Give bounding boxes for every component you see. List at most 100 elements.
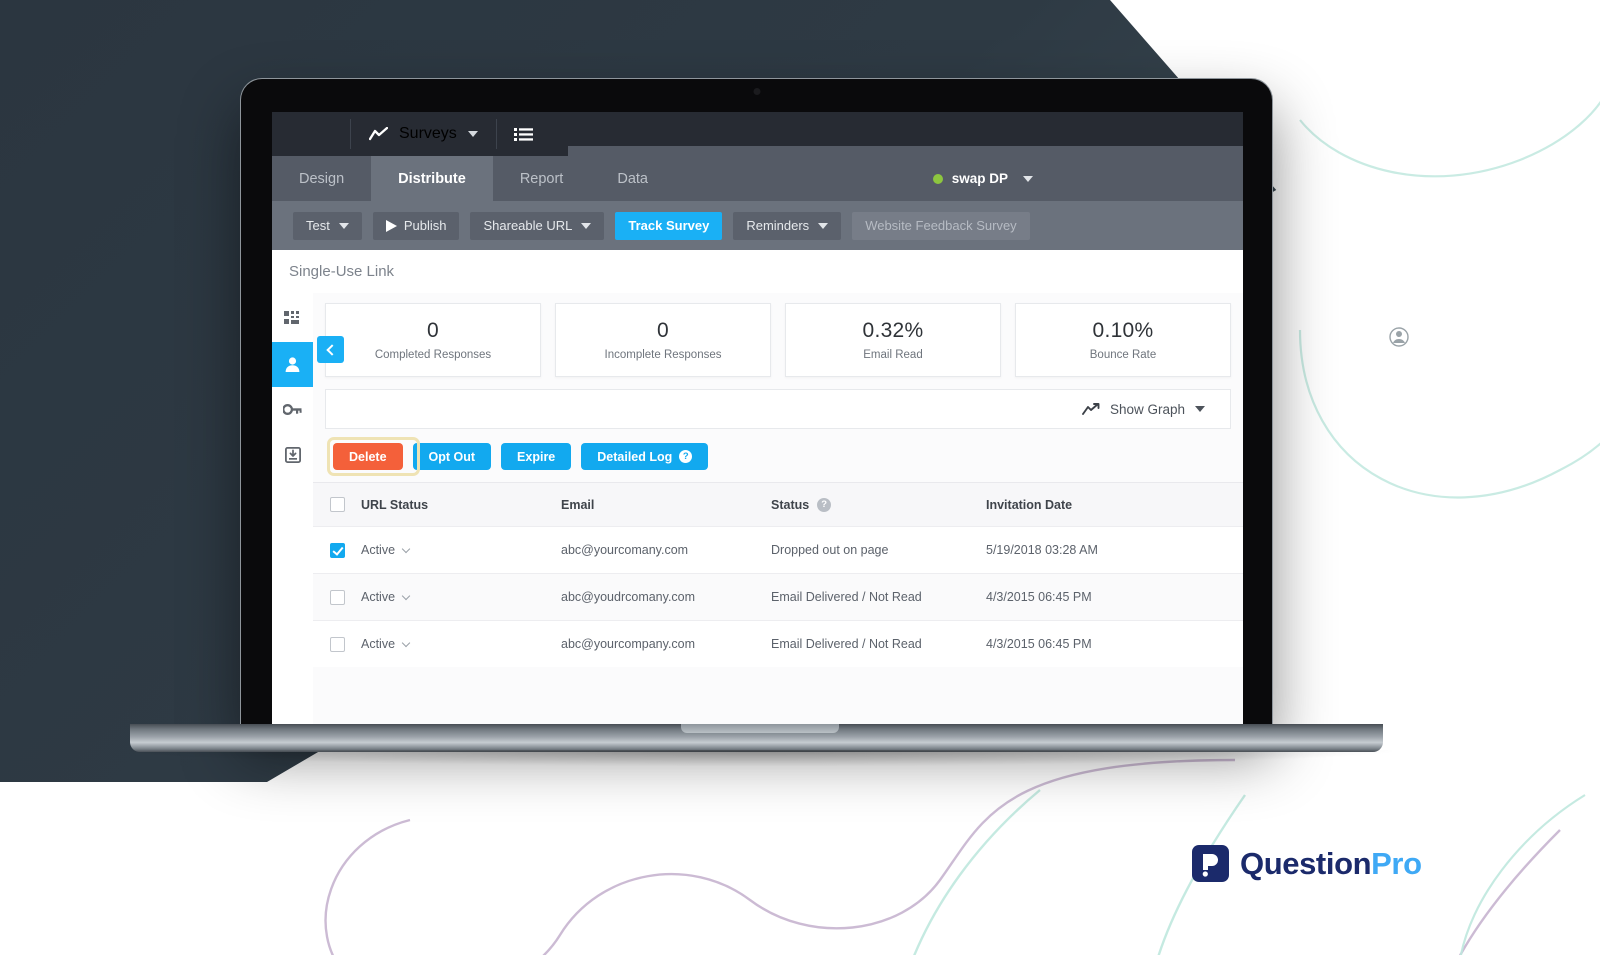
opt-out-button[interactable]: Opt Out — [412, 443, 492, 470]
webcam-icon — [753, 88, 760, 95]
bulk-actions-row: Delete Opt Out Expire Detailed Log ? — [313, 429, 1243, 482]
stat-label: Bounce Rate — [1089, 349, 1157, 361]
test-label: Test — [306, 218, 330, 233]
column-status-label: Status — [771, 497, 810, 512]
publish-label: Publish — [403, 218, 447, 233]
chevron-down-icon[interactable] — [1195, 406, 1205, 412]
app-bar-spacer — [272, 112, 350, 156]
row-select-cell — [313, 589, 361, 605]
stat-card-completed-responses: 0 Completed Responses — [325, 303, 541, 377]
logo-text-pro: Pro — [1371, 845, 1422, 881]
person-icon — [285, 357, 300, 372]
table-row[interactable]: Active abc@yourcompany.com Email Deliver… — [313, 620, 1243, 667]
list-menu-icon — [513, 127, 533, 141]
sidebar-item-export[interactable] — [272, 432, 313, 477]
surveys-menu[interactable]: Surveys — [351, 112, 496, 156]
detailed-log-button[interactable]: Detailed Log ? — [581, 443, 709, 470]
sidebar-item-dashboard[interactable] — [272, 297, 313, 342]
laptop-lid: Surveys Design Distribute Report Data sw… — [240, 78, 1273, 728]
surveys-label: Surveys — [399, 125, 457, 142]
links-table: URL Status Email Status ? Invitation Dat… — [313, 482, 1243, 667]
cell-url-status[interactable]: Active — [361, 637, 561, 651]
show-graph-label[interactable]: Show Graph — [1110, 402, 1185, 417]
reminders-label: Reminders — [746, 218, 810, 233]
account-name: swap DP — [951, 171, 1008, 186]
help-icon[interactable]: ? — [679, 450, 693, 463]
chevron-down-icon — [818, 222, 829, 229]
table-header-row: URL Status Email Status ? Invitation Dat… — [313, 482, 1243, 526]
cell-status: Dropped out on page — [771, 543, 889, 557]
track-survey-button[interactable]: Track Survey — [615, 211, 723, 240]
help-icon[interactable]: ? — [817, 497, 832, 512]
column-status: Status ? — [771, 497, 986, 512]
tab-report[interactable]: Report — [493, 156, 591, 201]
show-graph-bar: Show Graph — [325, 389, 1231, 429]
chevron-down-icon — [581, 222, 592, 229]
trend-line-icon — [1082, 402, 1100, 415]
row-checkbox[interactable] — [329, 636, 345, 652]
collapse-sidebar-button[interactable] — [317, 336, 344, 363]
cell-invitation-date: 4/3/2015 06:45 PM — [986, 637, 1092, 651]
column-invitation-date: Invitation Date — [986, 497, 1073, 512]
sidebar-item-contacts[interactable] — [272, 342, 313, 387]
publish-button[interactable]: Publish — [372, 211, 460, 240]
tab-design[interactable]: Design — [272, 156, 371, 201]
tab-distribute[interactable]: Distribute — [371, 156, 493, 201]
question-mark-icon — [1202, 853, 1218, 877]
stat-value: 0.32% — [862, 319, 924, 342]
select-all-checkbox[interactable] — [329, 497, 345, 512]
trend-line-icon — [369, 127, 388, 141]
cell-url-status[interactable]: Active — [361, 543, 561, 557]
app-screen: Surveys Design Distribute Report Data sw… — [272, 112, 1243, 726]
stat-value: 0.10% — [1092, 319, 1154, 342]
cell-url-status[interactable]: Active — [361, 590, 561, 604]
url-status-value: Active — [361, 637, 396, 651]
stat-value: 0 — [657, 319, 669, 342]
test-button[interactable]: Test — [293, 211, 362, 240]
account-menu[interactable]: swap DP — [932, 156, 1033, 201]
stat-label: Incomplete Responses — [604, 349, 722, 361]
website-feedback-survey-button[interactable]: Website Feedback Survey — [852, 211, 1030, 240]
row-select-cell — [313, 542, 361, 558]
chevron-down-icon — [401, 544, 411, 553]
key-icon — [283, 404, 302, 415]
table-row[interactable]: Active abc@youdrcomany.com Email Deliver… — [313, 573, 1243, 620]
delete-button[interactable]: Delete — [333, 443, 403, 470]
left-sidebar — [272, 293, 313, 726]
reminders-button[interactable]: Reminders — [733, 211, 842, 240]
sidebar-item-security[interactable] — [272, 387, 313, 432]
laptop-mockup: Surveys Design Distribute Report Data sw… — [122, 78, 1392, 803]
cell-status: Email Delivered / Not Read — [771, 637, 922, 651]
page-body: 0 Completed Responses 0 Incomplete Respo… — [272, 293, 1243, 726]
status-online-icon — [932, 173, 943, 184]
tab-data[interactable]: Data — [590, 156, 675, 201]
main-tabs: Design Distribute Report Data swap DP — [272, 156, 1243, 201]
column-email: Email — [561, 497, 595, 512]
cell-status: Email Delivered / Not Read — [771, 590, 922, 604]
cell-invitation-date: 5/19/2018 03:28 AM — [986, 543, 1098, 557]
questionpro-logo: QuestionPro — [1192, 845, 1422, 882]
distribute-toolbar: Test Publish Shareable URL Track Survey … — [272, 201, 1243, 250]
page-title: Single-Use Link — [272, 250, 1243, 293]
list-menu-button[interactable] — [497, 112, 550, 156]
app-top-bar: Surveys — [272, 112, 1243, 157]
stat-label: Email Read — [863, 349, 923, 361]
logo-mark-icon — [1192, 845, 1229, 882]
send-icon — [385, 219, 397, 232]
stat-value: 0 — [427, 319, 439, 342]
expire-button[interactable]: Expire — [501, 443, 572, 470]
row-checkbox[interactable] — [329, 589, 345, 605]
cell-email: abc@yourcomany.com — [561, 543, 689, 557]
row-checkbox[interactable] — [329, 542, 345, 558]
shareable-url-button[interactable]: Shareable URL — [470, 211, 605, 240]
stats-row: 0 Completed Responses 0 Incomplete Respo… — [313, 293, 1243, 377]
shareable-url-label: Shareable URL — [483, 218, 573, 233]
cell-invitation-date: 4/3/2015 06:45 PM — [986, 590, 1092, 604]
stat-card-incomplete-responses: 0 Incomplete Responses — [555, 303, 771, 377]
logo-wordmark: QuestionPro — [1240, 846, 1422, 882]
stat-card-email-read: 0.32% Email Read — [785, 303, 1001, 377]
screenshot-stage: Surveys Design Distribute Report Data sw… — [0, 0, 1600, 955]
chevron-down-icon — [401, 638, 411, 647]
table-row[interactable]: Active abc@yourcomany.com Dropped out on… — [313, 526, 1243, 573]
row-select-cell — [313, 636, 361, 652]
